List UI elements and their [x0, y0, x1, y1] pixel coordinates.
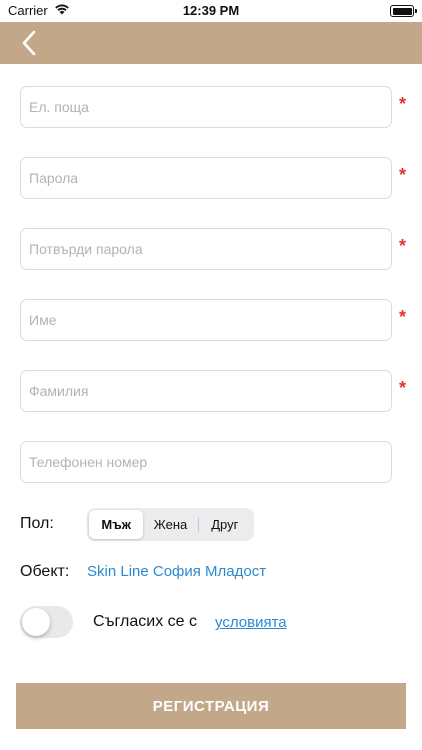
password-field[interactable]	[20, 157, 392, 199]
last-name-field-row	[20, 370, 392, 412]
gender-label: Пол:	[20, 515, 54, 532]
required-marker: *	[399, 307, 407, 327]
chevron-left-icon	[22, 30, 36, 56]
gender-option-male[interactable]: Мъж	[89, 510, 144, 539]
terms-toggle[interactable]	[20, 606, 73, 638]
required-marker: *	[399, 94, 407, 114]
confirm-password-field[interactable]	[20, 228, 392, 270]
required-marker: *	[399, 378, 407, 398]
toggle-knob	[22, 608, 50, 636]
register-button[interactable]: РЕГИСТРАЦИЯ	[16, 683, 406, 729]
nav-bar	[0, 22, 422, 64]
gender-option-female[interactable]: Жена	[143, 510, 197, 539]
first-name-field-row	[20, 299, 392, 341]
object-label: Обект:	[20, 563, 70, 580]
back-button[interactable]	[14, 28, 44, 58]
terms-link[interactable]: условията	[215, 614, 287, 631]
terms-agree-text: Съгласих се с	[93, 613, 197, 630]
password-field-row	[20, 157, 392, 199]
object-select-link[interactable]: Skin Line София Младост	[87, 563, 266, 580]
phone-field-row	[20, 441, 392, 483]
confirm-password-field-row	[20, 228, 392, 270]
email-field[interactable]	[20, 86, 392, 128]
gender-option-other[interactable]: Друг	[197, 510, 252, 539]
status-bar: Carrier 12:39 PM	[0, 0, 422, 22]
clock: 12:39 PM	[182, 3, 240, 18]
first-name-field[interactable]	[20, 299, 392, 341]
last-name-field[interactable]	[20, 370, 392, 412]
phone-field[interactable]	[20, 441, 392, 483]
battery-icon	[390, 5, 417, 17]
gender-segmented-control: Мъж Жена Друг	[87, 508, 254, 541]
email-field-row	[20, 86, 392, 128]
required-marker: *	[399, 236, 407, 256]
required-marker: *	[399, 165, 407, 185]
